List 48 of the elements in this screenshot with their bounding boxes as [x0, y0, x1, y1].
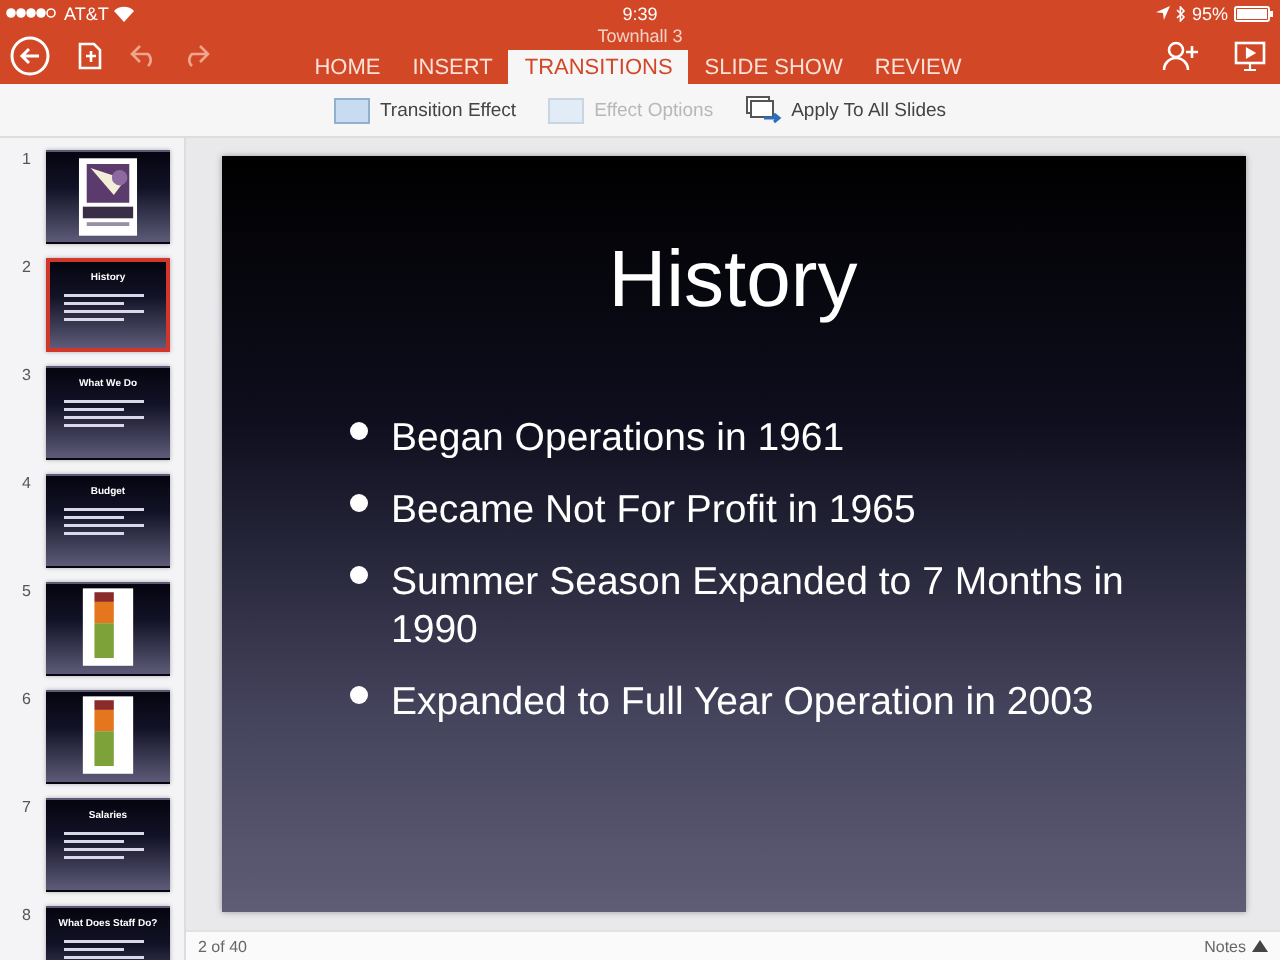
redo-icon[interactable]: [182, 44, 210, 68]
slide-icon: [548, 97, 585, 123]
slide-number: 8: [22, 906, 33, 924]
slide-thumbnail[interactable]: [46, 582, 170, 676]
bullet-text: Began Operations in 1961: [391, 414, 845, 462]
notes-button[interactable]: Notes: [1204, 937, 1268, 955]
clock: 9:39: [622, 3, 658, 23]
bullet-text: Became Not For Profit in 1965: [391, 486, 916, 534]
document-title: Townhall 3: [597, 26, 683, 50]
ribbon-button[interactable]: Apply To All Slides: [741, 92, 951, 128]
present-icon[interactable]: [1234, 40, 1266, 72]
ribbon-tab[interactable]: REVIEW: [858, 50, 978, 84]
ribbon-tab[interactable]: SLIDE SHOW: [688, 50, 859, 84]
slide-icon: [333, 97, 370, 123]
slide-number: 4: [22, 474, 33, 492]
slide-number: 1: [22, 150, 33, 168]
caret-icon: [1252, 940, 1268, 952]
ribbon-tab[interactable]: HOME: [298, 50, 397, 84]
location-icon: [1155, 6, 1170, 20]
bluetooth-icon: [1175, 5, 1186, 21]
slide-number: 6: [22, 690, 33, 708]
slide-counter: 2 of 40: [198, 937, 247, 955]
slide-number: 7: [22, 798, 33, 816]
ribbon-button[interactable]: Transition Effect: [329, 93, 521, 127]
carrier: AT&T: [64, 3, 109, 23]
slides-arrow-icon: [745, 96, 782, 124]
bullet-icon: [349, 494, 367, 512]
slide-number: 3: [22, 366, 33, 384]
slide-number: 5: [22, 582, 33, 600]
file-icon[interactable]: [74, 40, 106, 72]
ribbon-tab[interactable]: INSERT: [396, 50, 509, 84]
back-icon[interactable]: [10, 36, 50, 76]
slide-thumbnail[interactable]: [46, 150, 170, 244]
slide-number: 2: [22, 258, 33, 276]
add-person-icon[interactable]: [1162, 40, 1198, 72]
bullet-text: Expanded to Full Year Operation in 2003: [391, 678, 1094, 726]
battery-icon: [1234, 5, 1274, 21]
slide-title: History: [608, 236, 858, 326]
wifi-icon: [114, 5, 135, 21]
undo-icon[interactable]: [130, 44, 158, 68]
bullet-icon: [349, 422, 367, 440]
bullet-icon: [349, 686, 367, 704]
signal-icon: [6, 8, 58, 18]
bullet-text: Summer Season Expanded to 7 Months in 1990: [391, 558, 1126, 654]
bullet-icon: [349, 566, 367, 584]
slide-thumbnail[interactable]: [46, 690, 170, 784]
battery-percent: 95%: [1191, 3, 1228, 23]
ribbon-tab[interactable]: TRANSITIONS: [508, 50, 689, 84]
